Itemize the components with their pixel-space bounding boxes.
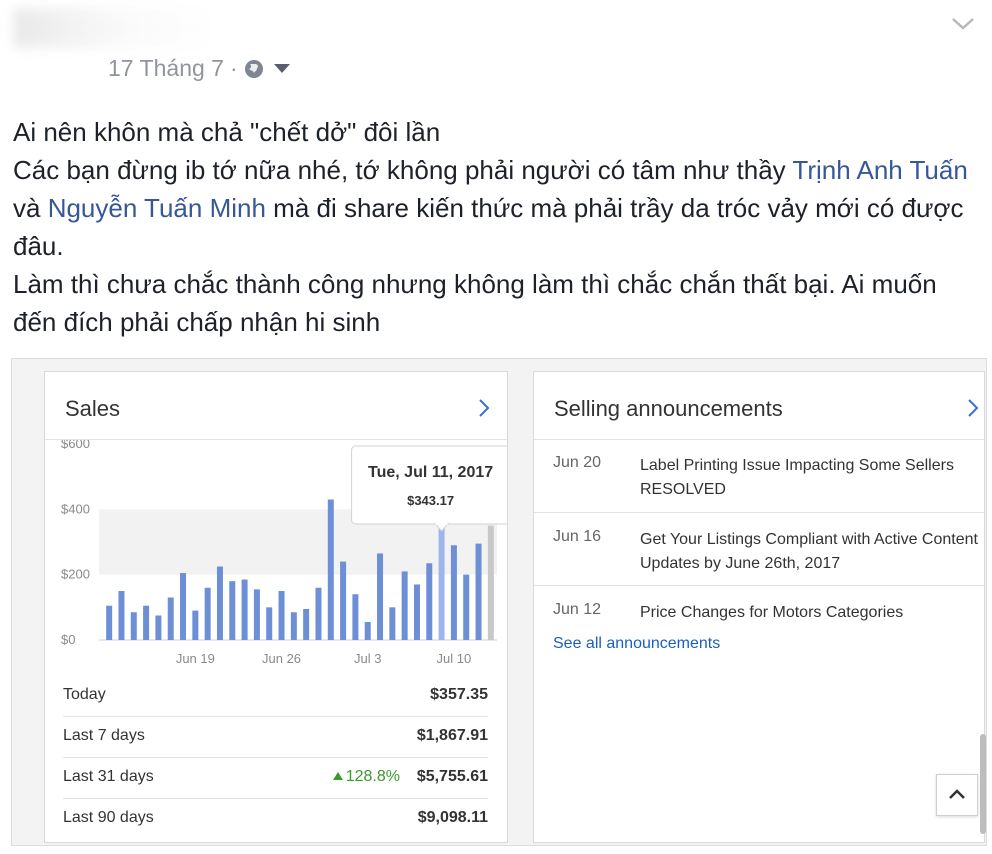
sales-chart: $0 $200 $400 $600 Jun 19 Jun 26 Jul 3 Jul 10 Tue…: [61, 440, 507, 666]
divider: [534, 439, 984, 440]
chart-bar: [389, 607, 396, 640]
chart-bar: [241, 579, 248, 640]
chart-bar: [426, 563, 433, 640]
divider: [534, 585, 984, 586]
chart-bar: [327, 499, 334, 640]
post-line-1: Ai nên khôn mà chả "chết dở" đôi lần: [13, 117, 441, 147]
y-tick-label: $0: [61, 632, 75, 647]
sales-title: Sales: [65, 396, 121, 421]
chart-bar: [143, 605, 150, 640]
chevron-right-icon[interactable]: [966, 398, 980, 418]
chart-bar: [303, 608, 310, 640]
chevron-down-icon[interactable]: [950, 12, 976, 34]
chart-bar: [167, 597, 174, 640]
tooltip-date: Tue, Jul 11, 2017: [368, 464, 493, 481]
chart-bar: [253, 589, 260, 640]
stat-row-last-90-days: Last 90 days $9,098.11: [63, 799, 488, 839]
announcement-text[interactable]: Price Changes for Motors Categories: [640, 601, 980, 625]
chart-bar: [438, 527, 445, 640]
stat-row-last-7-days: Last 7 days $1,867.91: [63, 717, 488, 758]
chart-bar: [413, 584, 420, 640]
announcement-date: Jun 20: [553, 454, 602, 471]
chart-bar: [278, 591, 285, 640]
chart-bar: [266, 607, 273, 640]
chart-bar: [364, 622, 371, 640]
blurred-author-name: [14, 8, 214, 48]
announcements-title: Selling announcements: [554, 396, 783, 421]
announcement-text[interactable]: Label Printing Issue Impacting Some Sell…: [640, 454, 980, 502]
chart-bar: [352, 594, 359, 640]
globe-icon: [244, 59, 263, 78]
chart-bar: [204, 587, 211, 640]
chart-bar: [475, 543, 482, 640]
stat-value: $357.35: [430, 686, 488, 703]
stat-value: $1,867.91: [416, 727, 488, 744]
chart-bar: [340, 561, 347, 640]
chart-bar: [130, 612, 137, 640]
see-all-announcements-link[interactable]: See all announcements: [553, 635, 720, 653]
announcement-date: Jun 12: [553, 601, 602, 618]
x-tick-label: Jun 26: [262, 651, 301, 666]
announcements-card: Selling announcements Jun 20 Label Print…: [533, 371, 986, 843]
post-line-2: Các bạn đừng ib tớ nữa nhé, tớ không phả…: [13, 155, 968, 261]
stat-label: Today: [63, 686, 106, 703]
meta-separator: ·: [229, 55, 238, 81]
stat-row-today: Today $357.35: [63, 676, 488, 717]
mention-link-trinh-anh-tuan[interactable]: Trịnh Anh Tuấn: [792, 155, 967, 185]
chart-bar: [401, 571, 408, 640]
divider: [534, 512, 984, 513]
x-tick-label: Jun 19: [176, 651, 215, 666]
trend-up-icon: [332, 772, 343, 780]
post-meta: 17 Tháng 7 ·: [108, 55, 290, 82]
stat-label: Last 90 days: [63, 809, 154, 826]
attached-screenshot[interactable]: Sales $0 $200 $400 $600 Jun 19 Jun 26 Jul 3 Jul…: [11, 358, 987, 846]
stat-label: Last 7 days: [63, 727, 145, 744]
mention-link-nguyen-tuan-minh[interactable]: Nguyễn Tuấn Minh: [48, 193, 266, 223]
post-body: Ai nên khôn mà chả "chết dở" đôi lần Các…: [13, 113, 978, 341]
chart-bar: [315, 587, 322, 640]
audience-dropdown-icon[interactable]: [273, 64, 290, 73]
stat-row-last-31-days: Last 31 days 128.8% $5,755.61: [63, 758, 488, 799]
scrollbar-thumb[interactable]: [980, 734, 986, 834]
stat-value: $5,755.61: [416, 768, 488, 785]
chart-bar: [450, 545, 457, 640]
y-tick-label: $600: [61, 440, 90, 451]
chart-bar: [487, 525, 494, 640]
chart-bar: [377, 553, 384, 640]
tooltip-box: [351, 445, 507, 525]
chart-bar: [180, 573, 187, 640]
chevron-right-icon[interactable]: [477, 398, 491, 418]
chart-bar: [229, 581, 236, 640]
post-line-3: Làm thì chưa chắc thành công nhưng không…: [13, 269, 937, 337]
tooltip-value: $343.17: [407, 493, 454, 508]
chart-bar: [155, 615, 162, 640]
x-tick-label: Jul 3: [354, 651, 381, 666]
x-tick-label: Jul 10: [437, 651, 472, 666]
sales-card: Sales $0 $200 $400 $600 Jun 19 Jun 26 Jul 3 Jul…: [44, 371, 508, 843]
y-tick-label: $400: [61, 501, 90, 516]
stat-change: 128.8%: [332, 768, 400, 786]
chart-bar: [216, 566, 223, 640]
y-tick-label: $200: [61, 567, 90, 582]
announcement-text[interactable]: Get Your Listings Compliant with Active …: [640, 528, 980, 576]
stat-label: Last 31 days: [63, 768, 154, 785]
chart-bar: [106, 605, 113, 640]
post-date[interactable]: 17 Tháng 7: [108, 55, 224, 82]
announcement-date: Jun 16: [553, 528, 602, 545]
chevron-up-icon: [949, 789, 965, 799]
chart-bar: [192, 610, 199, 640]
chart-bar: [290, 612, 297, 640]
chart-bar: [463, 574, 470, 640]
stat-value: $9,098.11: [417, 809, 488, 826]
scroll-to-top-button[interactable]: [936, 774, 978, 816]
chart-bar: [118, 591, 125, 640]
